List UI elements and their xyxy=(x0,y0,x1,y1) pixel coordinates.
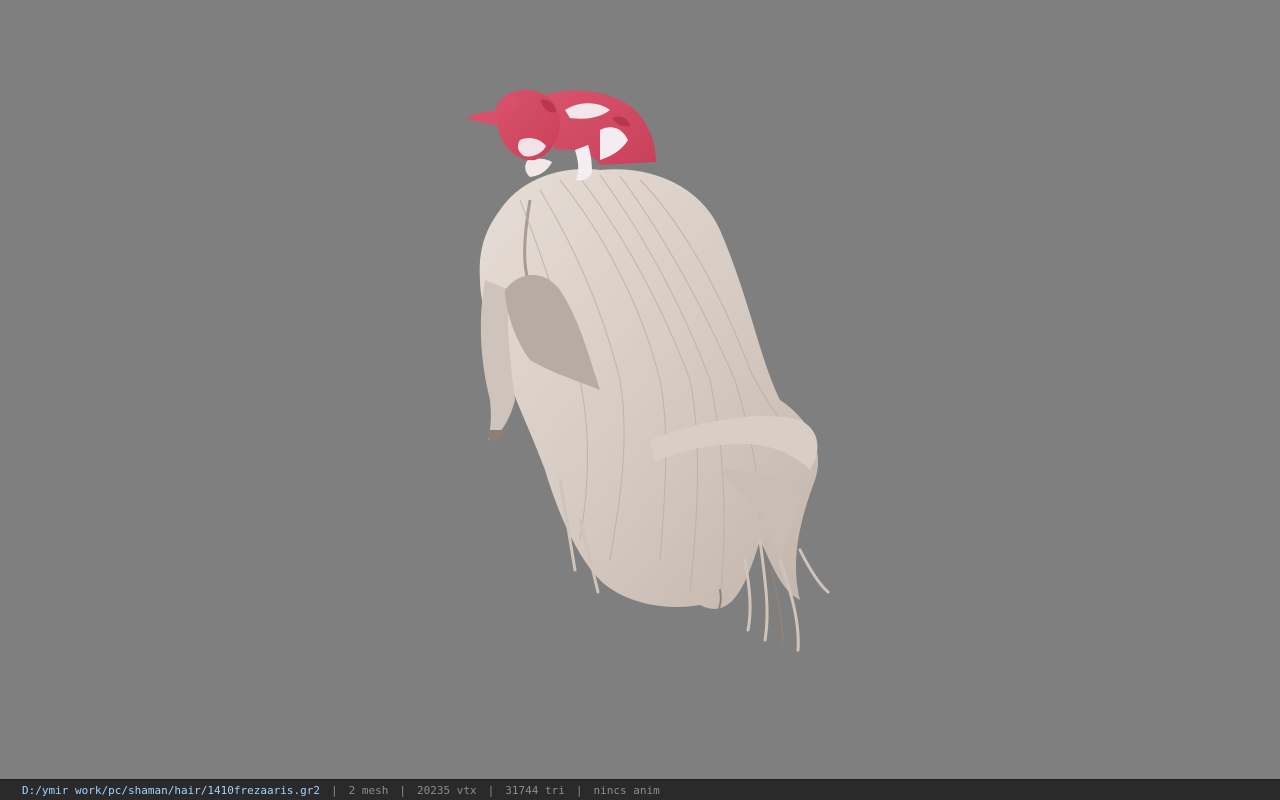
vertex-count-label: 20235 vtx xyxy=(417,783,477,797)
separator: | xyxy=(575,783,583,797)
separator: | xyxy=(399,783,407,797)
hair-mesh xyxy=(479,169,830,652)
hair-model-render[interactable] xyxy=(0,0,1280,779)
triangle-count-label: 31744 tri xyxy=(505,783,565,797)
mesh-count-label: 2 mesh xyxy=(348,783,389,797)
cat-mesh xyxy=(466,89,656,181)
separator: | xyxy=(487,783,495,797)
status-bar: D:/ymir work/pc/shaman/hair/1410frezaari… xyxy=(0,779,1280,800)
animation-status-label: nincs anim xyxy=(593,783,660,797)
separator: | xyxy=(331,783,338,797)
3d-viewport[interactable] xyxy=(0,0,1280,779)
file-path-label: D:/ymir work/pc/shaman/hair/1410frezaari… xyxy=(22,783,321,797)
